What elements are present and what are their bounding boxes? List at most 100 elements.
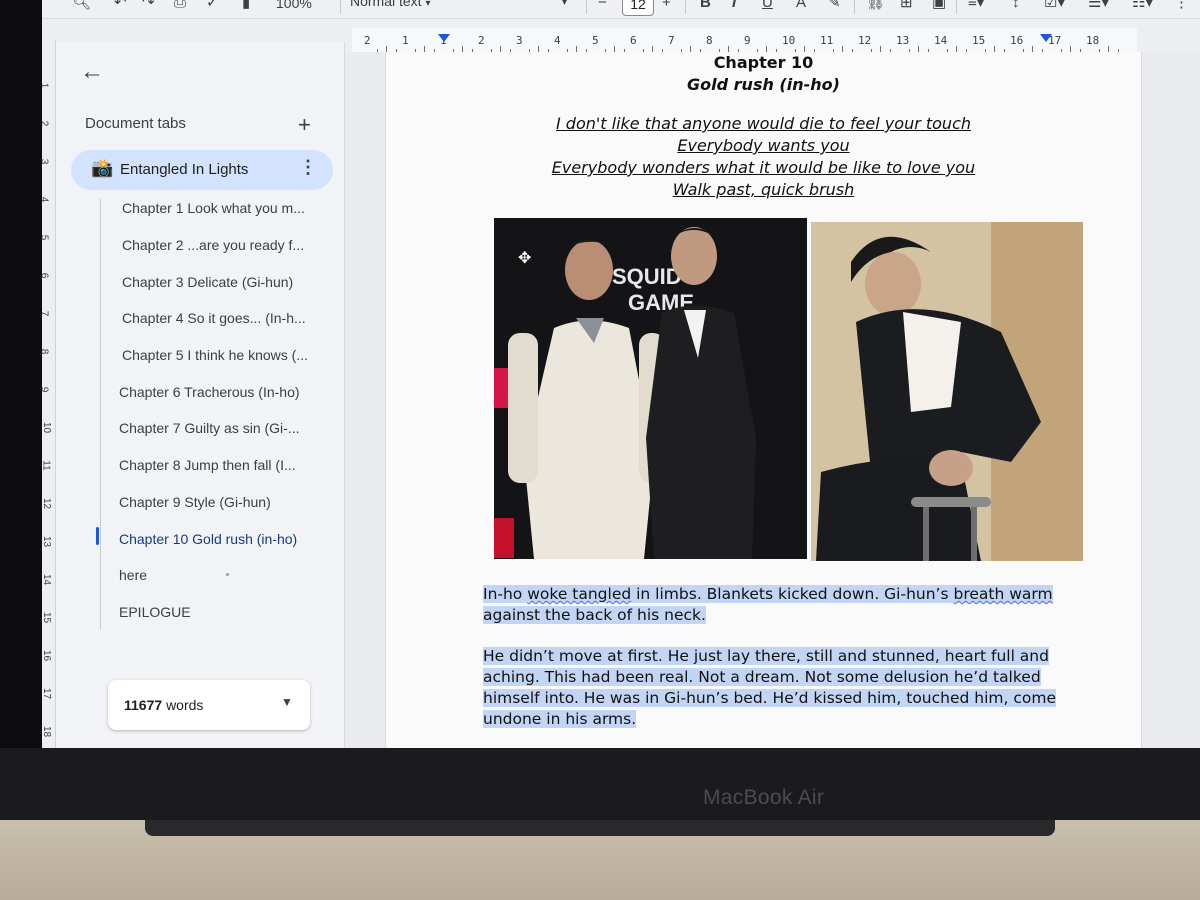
ruler-number: 13 — [896, 34, 910, 47]
ruler-number: 16 — [1010, 34, 1024, 47]
vertical-ruler-number: 14 — [42, 573, 53, 586]
add-tab-button[interactable]: + — [298, 112, 311, 138]
subtab-chapter-6[interactable]: Chapter 6 Tracherous (In-ho) — [119, 384, 300, 400]
laptop-hinge — [145, 820, 1055, 836]
underline-button[interactable]: U — [762, 0, 773, 12]
caret-down-icon: ▼ — [281, 695, 293, 709]
bold-button[interactable]: B — [700, 0, 711, 12]
subtab-chapter-2[interactable]: Chapter 2 ...are you ready f... — [122, 237, 304, 253]
vertical-ruler-number: 10 — [42, 421, 53, 434]
p1-part1: In-ho — [483, 585, 528, 603]
subtab-guide-line — [100, 199, 101, 629]
numbered-list-icon[interactable]: ☷▾ — [1132, 0, 1153, 12]
p2-text: He didn’t move at first. He just lay the… — [483, 647, 1056, 728]
ruler-number: 2 — [478, 34, 485, 47]
subtab-chapter-10[interactable]: Chapter 10 Gold rush (in-ho) — [119, 531, 297, 547]
style-select[interactable]: Normal text ▾ — [350, 0, 470, 13]
bulleted-list-icon[interactable]: ☰▾ — [1088, 0, 1109, 12]
subtab-chapter-9[interactable]: Chapter 9 Style (Gi-hun) — [119, 494, 271, 510]
image-icon[interactable]: ▣ — [932, 0, 946, 12]
photo-red-carpet[interactable]: SQUID GAME ✥ — [494, 218, 807, 559]
checklist-icon[interactable]: ☑▾ — [1044, 0, 1065, 12]
zoom-select[interactable]: 100% — [276, 0, 312, 12]
document-page[interactable]: Chapter 10 Gold rush (in-ho) I don't lik… — [385, 52, 1142, 748]
vertical-ruler-number: 3 — [42, 159, 49, 165]
print-icon[interactable]: ⎙ — [174, 0, 186, 12]
word-count: 11677 words — [124, 697, 203, 713]
backdrop-text-1: SQUID — [612, 264, 682, 289]
tab-label: Entangled In Lights — [120, 161, 249, 178]
subtab-here[interactable]: here — [119, 567, 147, 583]
ruler-number: 14 — [934, 34, 948, 47]
subtab-chapter-3[interactable]: Chapter 3 Delicate (Gi-hun) — [122, 274, 293, 290]
toolbar-divider — [586, 0, 587, 14]
vertical-ruler-number: 8 — [42, 349, 49, 355]
active-subtab-indicator — [96, 527, 99, 545]
link-icon[interactable]: ⛓ — [866, 0, 885, 12]
toolbar: 🔍︎ ↶ ↷ ⎙ ✓ ▮ 100% Normal text ▾ ▾ − 12 +… — [42, 0, 1200, 19]
ruler-number: 10 — [782, 34, 796, 47]
more-options-icon[interactable]: ⋮ — [299, 157, 317, 178]
lyric-line-2: Everybody wants you — [677, 136, 850, 155]
comment-icon[interactable]: ⊞ — [900, 0, 913, 12]
ruler-number: 4 — [554, 34, 561, 47]
left-indent-marker[interactable] — [438, 34, 450, 42]
subtab-chapter-5[interactable]: Chapter 5 I think he knows (... — [122, 347, 308, 363]
spellcheck-icon[interactable]: ✓ — [206, 0, 219, 12]
move-icon[interactable]: ✥ — [518, 248, 531, 268]
vertical-ruler: 123456789101112131415161718 — [42, 40, 56, 748]
ruler-number: 12 — [858, 34, 872, 47]
brand-label: MacBook Air — [703, 786, 825, 809]
vertical-ruler-number: 2 — [42, 121, 49, 127]
more-icon[interactable]: ⋮ — [1174, 0, 1189, 12]
font-size-input[interactable]: 12 — [622, 0, 654, 16]
p1-flagged-word-2: breath warm — [953, 585, 1053, 603]
screen: 🔍︎ ↶ ↷ ⎙ ✓ ▮ 100% Normal text ▾ ▾ − 12 +… — [42, 0, 1200, 748]
ruler-number: 2 — [364, 34, 371, 47]
ruler-number: 3 — [516, 34, 523, 47]
line-spacing-icon[interactable]: ↕ — [1012, 0, 1020, 12]
ruler-number: 1 — [402, 34, 409, 47]
paragraph-1[interactable]: In-ho woke tangled in limbs. Blankets ki… — [483, 584, 1095, 626]
document-canvas: Chapter 10 Gold rush (in-ho) I don't lik… — [345, 52, 1200, 748]
subtab-chapter-1[interactable]: Chapter 1 Look what you m... — [122, 200, 305, 216]
lyric-line-4: Walk past, quick brush — [672, 180, 855, 199]
vertical-ruler-number: 7 — [42, 311, 49, 317]
paragraph-2[interactable]: He didn’t move at first. He just lay the… — [483, 646, 1095, 730]
vertical-ruler-number: 12 — [42, 497, 53, 510]
increase-font-button[interactable]: + — [662, 0, 671, 12]
vertical-ruler-number: 16 — [42, 649, 53, 662]
photo-seated-portrait[interactable] — [811, 222, 1083, 561]
decrease-font-button[interactable]: − — [598, 0, 607, 12]
font-select-chevron-icon[interactable]: ▾ — [562, 0, 567, 12]
chevron-down-icon: ▾ — [425, 0, 431, 9]
italic-button[interactable]: I — [732, 0, 736, 12]
word-count-widget[interactable]: 11677 words ▼ — [108, 680, 310, 730]
text-color-button[interactable]: A — [796, 0, 806, 12]
subtab-epilogue[interactable]: EPILOGUE — [119, 604, 191, 620]
back-arrow-icon[interactable]: ← — [80, 58, 104, 86]
align-icon[interactable]: ≡▾ — [968, 0, 984, 12]
p1-flagged-word-1: woke tangled — [527, 585, 632, 603]
tab-entangled-in-lights[interactable]: 📸 Entangled In Lights ⋮ — [71, 150, 333, 190]
vertical-ruler-number: 13 — [42, 535, 53, 548]
highlight-icon[interactable]: ✎ — [828, 0, 841, 12]
undo-icon[interactable]: ↶ — [114, 0, 127, 12]
ruler-number: 6 — [630, 34, 637, 47]
ruler-number: 7 — [668, 34, 675, 47]
redo-icon[interactable]: ↷ — [142, 0, 155, 12]
subtab-chapter-8[interactable]: Chapter 8 Jump then fall (I... — [119, 457, 296, 473]
camera-icon: 📸 — [91, 158, 114, 178]
toolbar-divider — [340, 0, 341, 14]
vertical-ruler-number: 4 — [42, 197, 49, 203]
dot-marker — [226, 573, 229, 576]
paint-format-icon[interactable]: ▮ — [242, 0, 250, 12]
word-count-number: 11677 — [124, 697, 163, 713]
search-menus-icon[interactable]: 🔍︎ — [72, 0, 91, 12]
sidebar-title: Document tabs — [85, 115, 186, 132]
subtab-chapter-7[interactable]: Chapter 7 Guilty as sin (Gi-... — [119, 420, 300, 436]
subtab-chapter-4[interactable]: Chapter 4 So it goes... (In-h... — [122, 310, 306, 326]
right-indent-marker[interactable] — [1040, 34, 1052, 42]
ruler-number: 11 — [820, 34, 834, 47]
document-tabs-sidebar: ← Document tabs + 📸 Entangled In Lights … — [56, 42, 345, 748]
